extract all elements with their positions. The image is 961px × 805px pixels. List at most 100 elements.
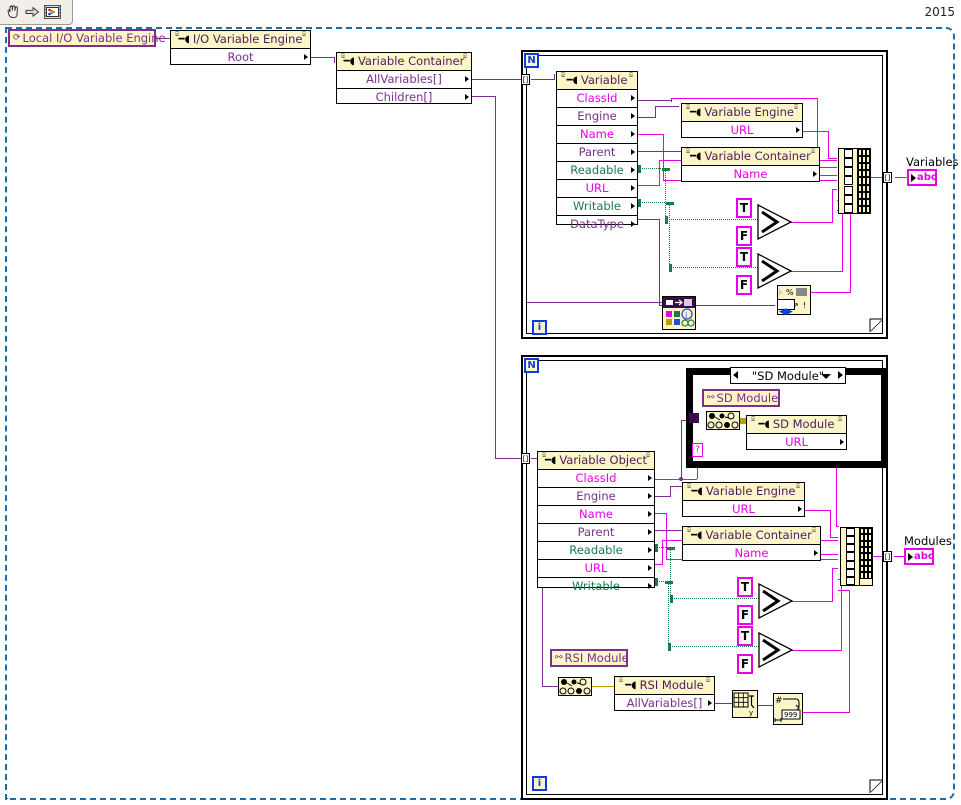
property-node-variable-object[interactable]: ⌸ ━◖ Variable Object ⌸ ClassId Engine Na… bbox=[537, 451, 655, 591]
true-constant-4[interactable]: T bbox=[737, 626, 753, 646]
node-row-classid[interactable]: ClassId bbox=[538, 470, 654, 488]
node-row-name[interactable]: Name bbox=[683, 545, 820, 562]
property-node-variable-container-2[interactable]: ⌸ ━◖ Variable Container ⌸ Name bbox=[682, 526, 821, 561]
false-constant-1[interactable]: F bbox=[736, 226, 752, 246]
to-more-specific-class-node-sd[interactable] bbox=[706, 411, 740, 430]
node-row-name[interactable]: Name bbox=[557, 126, 637, 144]
variables-indicator[interactable]: abc bbox=[907, 169, 937, 186]
wire-allvars-to-loop1 bbox=[471, 79, 521, 80]
format-node-expand-handle[interactable]: ◀▶ bbox=[777, 299, 795, 317]
node-header: ⌸ ━◖ RSI Module ⌸ bbox=[615, 677, 714, 695]
array-input-slot bbox=[845, 536, 855, 545]
indicator-arrow-icon bbox=[908, 552, 913, 561]
true-constant-2[interactable]: T bbox=[736, 247, 752, 267]
node-row-url[interactable]: URL bbox=[682, 122, 802, 139]
loop1-iteration-terminal[interactable]: i bbox=[532, 320, 547, 335]
node-row-children[interactable]: Children[] bbox=[337, 89, 471, 106]
case-selector-label[interactable]: "SD Module" bbox=[730, 367, 846, 384]
property-node-icon: ━◖ bbox=[691, 485, 703, 497]
local-io-variable-engine-constant[interactable]: ⟳ Local I/O Variable Engine bbox=[8, 29, 166, 47]
node-row-url[interactable]: URL bbox=[538, 560, 654, 578]
output-tick-icon bbox=[465, 94, 469, 100]
property-node-variable-engine-1[interactable]: ⌸ ━◖ Variable Engine ⌸ URL bbox=[681, 103, 803, 138]
property-node-rsi-module[interactable]: ⌸ ━◖ RSI Module ⌸ AllVariables[] bbox=[614, 676, 715, 711]
build-array-node-1[interactable] bbox=[838, 148, 871, 214]
modules-indicator[interactable]: abc bbox=[904, 548, 934, 565]
toolbar[interactable] bbox=[0, 0, 73, 25]
svg-text:⊦: ⊦ bbox=[779, 288, 783, 297]
case-tunnel-input[interactable] bbox=[689, 413, 699, 423]
node-row-classid[interactable]: ClassId bbox=[557, 90, 637, 108]
build-array-node-2[interactable] bbox=[840, 527, 873, 586]
node-row-url[interactable]: URL bbox=[557, 180, 637, 198]
select-node-4[interactable] bbox=[758, 631, 794, 672]
loop1-count-terminal[interactable]: N bbox=[524, 53, 539, 68]
true-constant-1[interactable]: T bbox=[736, 198, 752, 218]
property-node-variable-container-root[interactable]: ⌸ ━◖ Variable Container ⌸ AllVariables[]… bbox=[336, 52, 472, 104]
node-row-name[interactable]: Name bbox=[538, 506, 654, 524]
node-row-url[interactable]: URL bbox=[683, 501, 804, 518]
select-node-1[interactable] bbox=[757, 203, 793, 244]
output-tick-icon bbox=[814, 550, 818, 556]
array-input-slot bbox=[845, 568, 855, 577]
node-row-parent[interactable]: Parent bbox=[557, 144, 637, 162]
node-row-writable[interactable]: Writable bbox=[557, 198, 637, 216]
node-row-parent[interactable]: Parent bbox=[538, 524, 654, 542]
arrow-icon[interactable] bbox=[24, 4, 41, 21]
property-node-io-variable-engine[interactable]: ⌸ ━◖ I/O Variable Engine ⌸ Root bbox=[170, 30, 311, 65]
node-header: ⌸ ━◖ Variable Container ⌸ bbox=[337, 53, 471, 71]
case-next-arrow-icon[interactable] bbox=[838, 371, 843, 379]
false-constant-3[interactable]: F bbox=[737, 605, 753, 625]
array-size-node[interactable]: y bbox=[732, 690, 758, 718]
case-prev-arrow-icon[interactable] bbox=[733, 371, 738, 379]
true-constant-3[interactable]: T bbox=[737, 577, 753, 597]
output-tick-icon bbox=[631, 185, 635, 191]
array-input-slot bbox=[843, 203, 853, 213]
property-node-icon: ━◖ bbox=[625, 679, 637, 691]
array-input-slot bbox=[843, 149, 853, 159]
property-node-variable-container-1[interactable]: ⌸ ━◖ Variable Container ⌸ Name bbox=[681, 147, 820, 182]
hand-tool-icon[interactable] bbox=[4, 4, 21, 21]
wire-root-down bbox=[334, 57, 335, 63]
node-row-allvariables[interactable]: AllVariables[] bbox=[615, 695, 714, 712]
type-information-node[interactable]: i bbox=[662, 296, 696, 330]
refnum-glyph-icon: ⌸ bbox=[175, 31, 179, 38]
node-row-label: URL bbox=[585, 180, 609, 195]
build-array-inputs bbox=[839, 149, 858, 213]
sd-module-constant[interactable]: ⚯ SD Module bbox=[702, 389, 780, 407]
false-constant-4[interactable]: F bbox=[737, 654, 753, 674]
refnum-glyph-icon: ⌸ bbox=[687, 527, 691, 534]
loop1-output-tunnel[interactable]: [] bbox=[883, 172, 892, 183]
loop2-iteration-terminal[interactable]: i bbox=[532, 776, 547, 791]
node-row-readable[interactable]: Readable bbox=[557, 162, 637, 180]
loop2-input-tunnel[interactable]: [] bbox=[521, 453, 530, 464]
array-input-slot bbox=[843, 167, 853, 177]
property-node-variable[interactable]: ⌸ ━◖ Variable ⌸ ClassId Engine Name Pare… bbox=[556, 71, 638, 229]
property-node-variable-engine-2[interactable]: ⌸ ━◖ Variable Engine ⌸ URL bbox=[682, 482, 805, 517]
vi-icon[interactable] bbox=[44, 4, 61, 21]
node-row-engine[interactable]: Engine bbox=[538, 488, 654, 506]
to-more-specific-class-node-rsi[interactable] bbox=[558, 677, 592, 696]
rsi-module-constant[interactable]: ⚯ RSI Module bbox=[550, 649, 629, 667]
node-row-url[interactable]: URL bbox=[747, 434, 846, 451]
case-dropdown-icon[interactable] bbox=[821, 374, 831, 379]
array-input-slot bbox=[843, 158, 853, 168]
node-row-root[interactable]: Root bbox=[171, 49, 310, 66]
node-row-engine[interactable]: Engine bbox=[557, 108, 637, 126]
loop2-count-terminal[interactable]: N bbox=[524, 358, 539, 373]
output-tick-icon bbox=[796, 127, 800, 133]
loop1-input-tunnel[interactable]: [] bbox=[521, 74, 530, 85]
number-to-decimal-string-node[interactable]: # 999 bbox=[773, 693, 803, 725]
node-row-datatype[interactable]: DataType bbox=[557, 216, 637, 233]
select-node-3[interactable] bbox=[758, 582, 794, 623]
property-node-sd-module[interactable]: ⌸ ━◖ SD Module ⌸ URL bbox=[746, 415, 847, 450]
output-tick-icon bbox=[631, 131, 635, 137]
node-row-readable[interactable]: Readable bbox=[538, 542, 654, 560]
false-constant-2[interactable]: F bbox=[736, 275, 752, 295]
case-selector-terminal[interactable]: ? bbox=[692, 443, 703, 457]
node-row-writable[interactable]: Writable bbox=[538, 578, 654, 595]
node-row-allvariables[interactable]: AllVariables[] bbox=[337, 71, 471, 89]
node-header: ⌸ ━◖ Variable Container ⌸ bbox=[682, 148, 819, 166]
node-row-name[interactable]: Name bbox=[682, 166, 819, 183]
loop2-output-tunnel[interactable]: [] bbox=[883, 551, 892, 562]
